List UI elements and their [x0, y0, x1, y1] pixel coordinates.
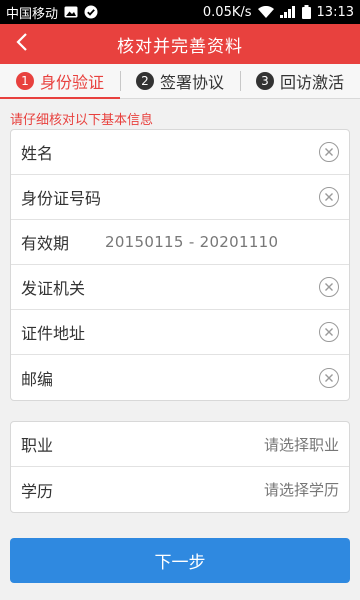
name-field[interactable]: 姓名 [11, 130, 349, 175]
field-label: 学历 [21, 481, 54, 501]
network-speed: 0.05K/s [202, 4, 252, 20]
image-icon [64, 6, 78, 18]
profile-select-form: 职业 请选择职业 学历 请选择学历 [10, 421, 350, 513]
step-tabs: 1 身份验证 2 签署协议 3 回访激活 [0, 64, 360, 99]
id-number-field[interactable]: 身份证号码 [11, 175, 349, 220]
status-bar: 中国移动 0.05K/s 13:13 [0, 0, 360, 24]
clear-icon[interactable] [319, 322, 339, 342]
field-label: 邮编 [21, 369, 54, 389]
clock: 13:13 [316, 4, 354, 20]
occupation-placeholder: 请选择职业 [263, 435, 339, 454]
field-label: 有效期 [21, 234, 70, 253]
clear-icon[interactable] [319, 277, 339, 297]
validity-period-field[interactable]: 有效期 20150115 - 20201110 [11, 220, 349, 265]
step-identity-verify[interactable]: 1 身份验证 [0, 64, 120, 99]
postcode-field[interactable]: 邮编 [11, 355, 349, 400]
field-label: 身份证号码 [21, 189, 102, 208]
clear-icon[interactable] [319, 187, 339, 207]
step-callback-activate[interactable]: 3 回访激活 [240, 64, 360, 98]
field-label: 职业 [21, 436, 54, 455]
id-address-field[interactable]: 证件地址 [11, 310, 349, 355]
clear-icon[interactable] [319, 367, 339, 388]
battery-icon [301, 5, 311, 19]
step-number: 2 [135, 72, 154, 90]
next-step-button[interactable]: 下一步 [10, 538, 350, 583]
signal-icon [279, 6, 296, 18]
clear-icon[interactable] [319, 142, 339, 162]
title-bar: 核对并完善资料 [0, 24, 360, 64]
check-icon [84, 5, 98, 19]
step-number: 3 [255, 72, 274, 90]
occupation-select[interactable]: 职业 请选择职业 [11, 422, 349, 467]
validity-period-value: 20150115 - 20201110 [105, 233, 279, 251]
education-placeholder: 请选择学历 [263, 481, 339, 499]
step-label: 回访激活 [279, 73, 344, 92]
step-number: 1 [15, 72, 34, 90]
verify-hint: 请仔细核对以下基本信息 [10, 113, 154, 128]
field-label: 姓名 [21, 144, 54, 163]
step-sign-agreement[interactable]: 2 签署协议 [120, 64, 240, 98]
step-label: 身份验证 [39, 73, 104, 92]
page-title: 核对并完善资料 [117, 36, 243, 57]
step-label: 签署协议 [159, 73, 224, 92]
identity-form: 姓名 身份证号码 有效期 20150115 - 20201110 发证机关 证件… [10, 129, 350, 401]
carrier-name: 中国移动 [6, 6, 59, 22]
chevron-left-icon [16, 32, 28, 56]
wifi-icon [257, 6, 274, 18]
issuing-authority-field[interactable]: 发证机关 [11, 265, 349, 310]
back-button[interactable] [0, 24, 44, 64]
field-label: 发证机关 [21, 279, 86, 298]
education-select[interactable]: 学历 请选择学历 [11, 467, 349, 512]
field-label: 证件地址 [21, 324, 86, 343]
